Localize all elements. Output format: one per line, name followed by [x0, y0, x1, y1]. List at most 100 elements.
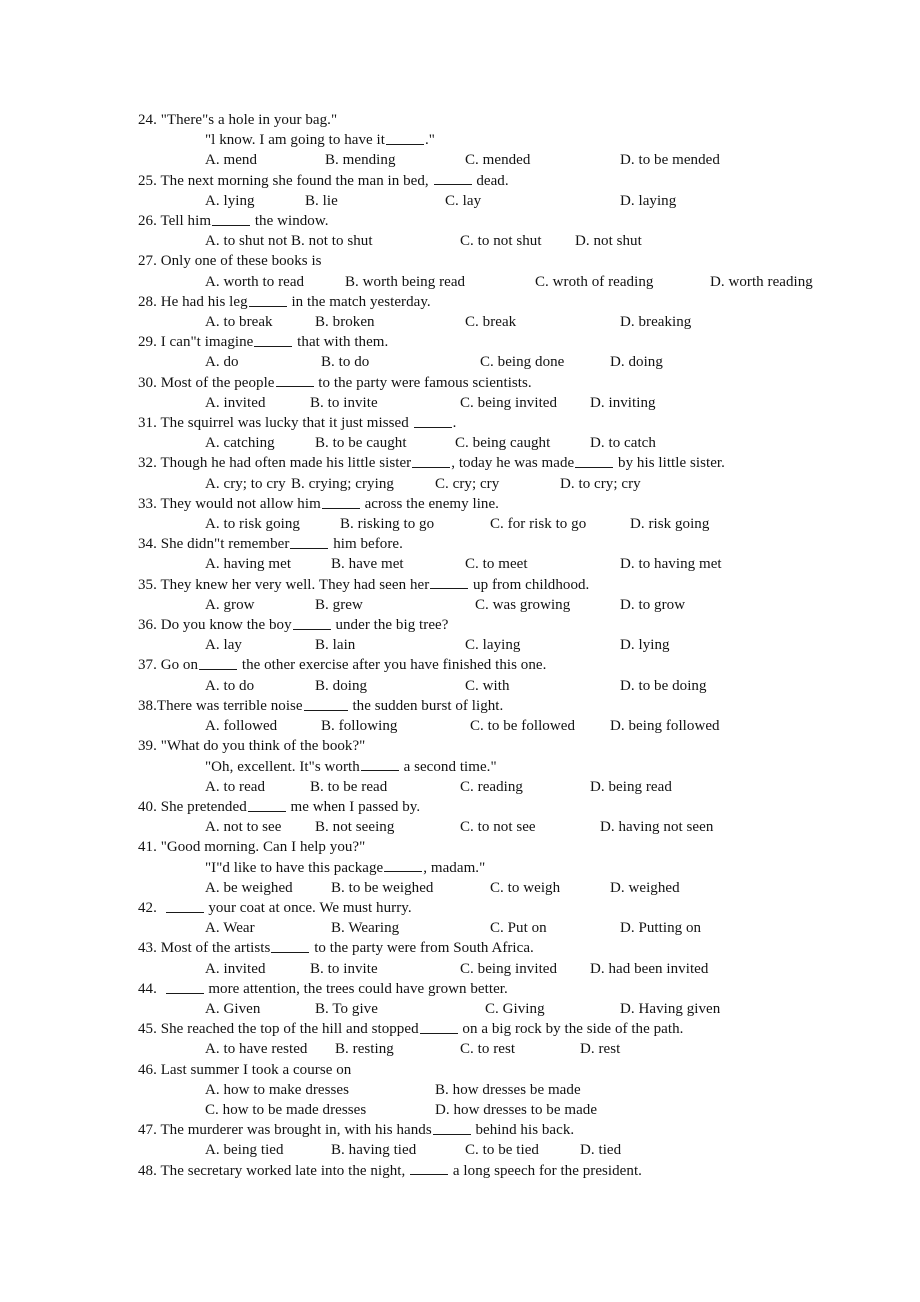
fill-in-blank[interactable] — [360, 757, 399, 772]
fill-in-blank[interactable] — [419, 1019, 458, 1034]
fill-in-blank[interactable] — [432, 1120, 471, 1135]
option-choice[interactable]: C. with — [465, 676, 620, 696]
option-choice[interactable]: A. lying — [205, 191, 305, 211]
option-choice[interactable]: B. having tied — [331, 1140, 465, 1160]
option-choice[interactable]: D. laying — [620, 191, 676, 211]
fill-in-blank[interactable] — [321, 494, 360, 509]
option-choice[interactable]: B. lie — [305, 191, 445, 211]
option-choice[interactable]: C. Giving — [485, 999, 620, 1019]
option-choice[interactable]: A. invited — [205, 959, 310, 979]
option-choice[interactable]: D. having not seen — [600, 817, 713, 837]
option-choice[interactable]: D. to having met — [620, 554, 722, 574]
fill-in-blank[interactable] — [165, 979, 204, 994]
option-choice[interactable]: A. to shut not — [205, 231, 291, 251]
option-choice[interactable]: B. to invite — [310, 959, 460, 979]
option-choice[interactable]: C. how to be made dresses — [205, 1100, 435, 1120]
option-choice[interactable]: C. being caught — [455, 433, 590, 453]
option-choice[interactable]: B. resting — [335, 1039, 460, 1059]
fill-in-blank[interactable] — [290, 534, 329, 550]
option-choice[interactable]: B. not seeing — [315, 817, 460, 837]
option-choice[interactable]: D. weighed — [610, 878, 680, 898]
fill-in-blank[interactable] — [254, 332, 293, 348]
option-choice[interactable]: B. to do — [321, 352, 480, 372]
option-choice[interactable]: A. having met — [205, 554, 331, 574]
option-choice[interactable]: B. to be caught — [315, 433, 455, 453]
option-choice[interactable]: B. have met — [331, 554, 465, 574]
option-choice[interactable]: A. to read — [205, 777, 310, 797]
fill-in-blank[interactable] — [303, 696, 348, 711]
option-choice[interactable]: B. doing — [315, 676, 465, 696]
option-choice[interactable]: B. to be read — [310, 777, 460, 797]
fill-in-blank[interactable] — [413, 413, 452, 428]
option-choice[interactable]: D. to grow — [620, 595, 685, 615]
option-choice[interactable]: B. broken — [315, 312, 465, 332]
option-choice[interactable]: D. to catch — [590, 433, 656, 453]
option-choice[interactable]: D. Having given — [620, 999, 720, 1019]
option-choice[interactable]: D. to be mended — [620, 150, 720, 170]
option-choice[interactable]: D. risk going — [630, 514, 709, 534]
option-choice[interactable]: D. lying — [620, 635, 670, 655]
option-choice[interactable]: C. Put on — [490, 918, 620, 938]
option-choice[interactable]: C. being invited — [460, 393, 590, 413]
option-choice[interactable]: A. not to see — [205, 817, 315, 837]
fill-in-blank[interactable] — [165, 898, 204, 913]
option-choice[interactable]: D. inviting — [590, 393, 656, 413]
option-choice[interactable]: C. being invited — [460, 959, 590, 979]
option-choice[interactable]: C. for risk to go — [490, 514, 630, 534]
option-choice[interactable]: A. how to make dresses — [205, 1080, 435, 1100]
option-choice[interactable]: A. Wear — [205, 918, 331, 938]
option-choice[interactable]: C. was growing — [475, 595, 620, 615]
option-choice[interactable]: B. not to shut — [291, 231, 460, 251]
option-choice[interactable]: C. cry; cry — [435, 474, 560, 494]
option-choice[interactable]: C. laying — [465, 635, 620, 655]
fill-in-blank[interactable] — [575, 453, 614, 469]
option-choice[interactable]: C. to rest — [460, 1039, 580, 1059]
fill-in-blank[interactable] — [248, 292, 287, 307]
option-choice[interactable]: A. be weighed — [205, 878, 331, 898]
option-choice[interactable]: D. breaking — [620, 312, 691, 332]
option-choice[interactable]: D. being followed — [610, 716, 720, 736]
option-choice[interactable]: C. to weigh — [490, 878, 610, 898]
fill-in-blank[interactable] — [410, 1161, 449, 1176]
fill-in-blank[interactable] — [292, 615, 331, 630]
fill-in-blank[interactable] — [430, 575, 469, 590]
option-choice[interactable]: A. cry; to cry — [205, 474, 291, 494]
option-choice[interactable]: A. to have rested — [205, 1039, 335, 1059]
option-choice[interactable]: C. break — [465, 312, 620, 332]
option-choice[interactable]: C. to not see — [460, 817, 600, 837]
option-choice[interactable]: D. not shut — [575, 231, 642, 251]
option-choice[interactable]: D. to cry; cry — [560, 474, 641, 494]
option-choice[interactable]: B. risking to go — [340, 514, 490, 534]
option-choice[interactable]: A. to break — [205, 312, 315, 332]
option-choice[interactable]: C. mended — [465, 150, 620, 170]
option-choice[interactable]: B. to be weighed — [331, 878, 490, 898]
option-choice[interactable]: A. invited — [205, 393, 310, 413]
option-choice[interactable]: D. tied — [580, 1140, 621, 1160]
fill-in-blank[interactable] — [275, 373, 314, 388]
option-choice[interactable]: C. to be tied — [465, 1140, 580, 1160]
option-choice[interactable]: C. to not shut — [460, 231, 575, 251]
fill-in-blank[interactable] — [385, 130, 424, 145]
option-choice[interactable]: A. being tied — [205, 1140, 331, 1160]
option-choice[interactable]: D. Putting on — [620, 918, 701, 938]
option-choice[interactable]: D. had been invited — [590, 959, 708, 979]
option-choice[interactable]: B. to invite — [310, 393, 460, 413]
option-choice[interactable]: C. to meet — [465, 554, 620, 574]
option-choice[interactable]: A. to risk going — [205, 514, 340, 534]
option-choice[interactable]: A. worth to read — [205, 272, 345, 292]
option-choice[interactable]: A. lay — [205, 635, 315, 655]
option-choice[interactable]: B. crying; crying — [291, 474, 435, 494]
fill-in-blank[interactable] — [384, 858, 423, 873]
option-choice[interactable]: C. being done — [480, 352, 610, 372]
option-choice[interactable]: A. mend — [205, 150, 325, 170]
fill-in-blank[interactable] — [199, 655, 238, 671]
option-choice[interactable]: C. wroth of reading — [535, 272, 710, 292]
option-choice[interactable]: D. worth reading — [710, 272, 813, 292]
option-choice[interactable]: B. grew — [315, 595, 475, 615]
option-choice[interactable]: D. doing — [610, 352, 663, 372]
option-choice[interactable]: A. followed — [205, 716, 321, 736]
option-choice[interactable]: D. to be doing — [620, 676, 707, 696]
fill-in-blank[interactable] — [433, 171, 472, 186]
fill-in-blank[interactable] — [212, 211, 251, 226]
option-choice[interactable]: C. lay — [445, 191, 620, 211]
